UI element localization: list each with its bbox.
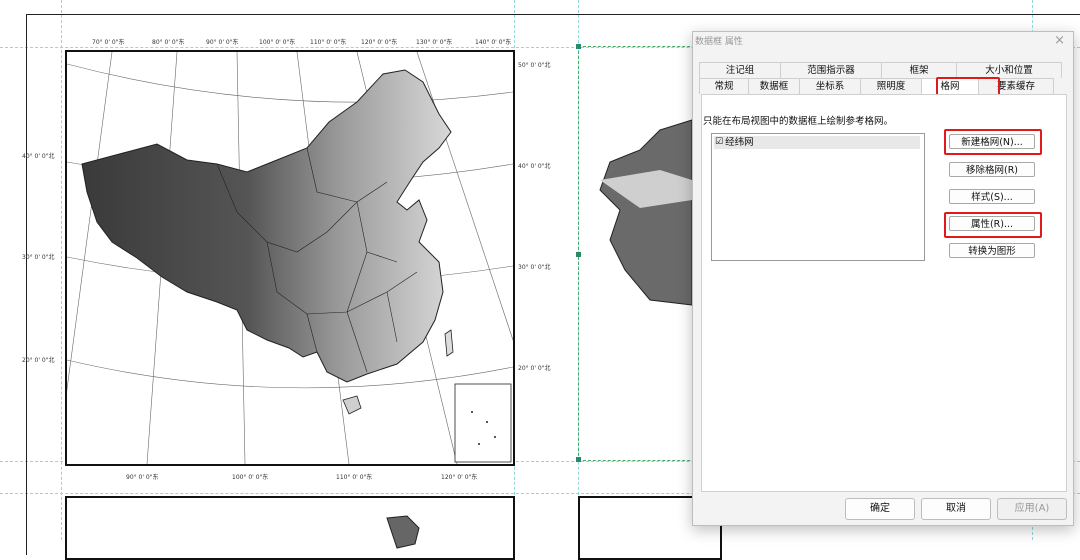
tab-extent-indicators[interactable]: 范围指示器: [780, 62, 882, 78]
ok-button[interactable]: 确定: [845, 498, 915, 520]
lon-label: 100° 0' 0"东: [232, 474, 269, 481]
resize-handle[interactable]: [576, 457, 581, 462]
grids-description: 只能在布局视图中的数据框上绘制参考格网。: [703, 116, 894, 127]
lon-label: 130° 0' 0"东: [416, 39, 453, 46]
checkbox-icon[interactable]: ☑: [715, 136, 723, 149]
lon-label: 140° 0' 0"东: [475, 39, 512, 46]
bottom-left-map-frame[interactable]: [65, 496, 515, 560]
lon-label: 110° 0' 0"东: [310, 39, 347, 46]
main-map-frame[interactable]: [65, 50, 515, 466]
apply-button[interactable]: 应用(A): [997, 498, 1067, 520]
new-grid-highlight: [944, 129, 1042, 155]
map-fragment: [386, 515, 420, 549]
tab-coordinate-system[interactable]: 坐标系: [799, 78, 861, 94]
china-map: [67, 52, 513, 464]
close-icon[interactable]: ×: [1054, 33, 1065, 48]
list-item-label: 经纬网: [725, 137, 754, 148]
lon-label: 90° 0' 0"东: [206, 39, 239, 46]
map-fragment: [599, 119, 692, 306]
tab-annotation-groups[interactable]: 注记组: [699, 62, 781, 78]
lon-label: 100° 0' 0"东: [259, 39, 296, 46]
tabs-row-1: 注记组 范围指示器 框架 大小和位置: [699, 62, 1062, 78]
convert-to-graphics-button[interactable]: 转换为图形: [949, 243, 1035, 258]
cancel-button[interactable]: 取消: [921, 498, 991, 520]
data-frame-properties-dialog[interactable]: 数据框 属性 × 注记组 范围指示器 框架 大小和位置 常规 数据框 坐标系 照…: [692, 31, 1074, 526]
tab-size-position[interactable]: 大小和位置: [956, 62, 1062, 78]
lon-label: 120° 0' 0"东: [441, 474, 478, 481]
properties-highlight: [944, 212, 1042, 238]
lat-label: 20° 0' 0"北: [22, 357, 55, 364]
lon-label: 120° 0' 0"东: [361, 39, 398, 46]
lat-label: 50° 0' 0"北: [518, 62, 551, 69]
style-button[interactable]: 样式(S)...: [949, 189, 1035, 204]
tab-frame[interactable]: 框架: [881, 62, 957, 78]
tab-data-frame[interactable]: 数据框: [748, 78, 800, 94]
lat-label: 30° 0' 0"北: [518, 264, 551, 271]
remove-grid-button[interactable]: 移除格网(R): [949, 162, 1035, 177]
dialog-title: 数据框 属性: [695, 37, 743, 47]
lon-label: 70° 0' 0"东: [92, 39, 125, 46]
grid-list[interactable]: ☑ 经纬网: [711, 133, 925, 261]
tab-general[interactable]: 常规: [699, 78, 749, 94]
lat-label: 20° 0' 0"北: [518, 365, 551, 372]
lon-label: 80° 0' 0"东: [152, 39, 185, 46]
lon-label: 90° 0' 0"东: [126, 474, 159, 481]
lat-label: 40° 0' 0"北: [518, 163, 551, 170]
resize-handle[interactable]: [576, 44, 581, 49]
lat-label: 40° 0' 0"北: [22, 153, 55, 160]
tab-illumination[interactable]: 照明度: [860, 78, 922, 94]
lon-label: 110° 0' 0"东: [336, 474, 373, 481]
list-item[interactable]: ☑ 经纬网: [714, 136, 920, 149]
lat-label: 30° 0' 0"北: [22, 254, 55, 261]
